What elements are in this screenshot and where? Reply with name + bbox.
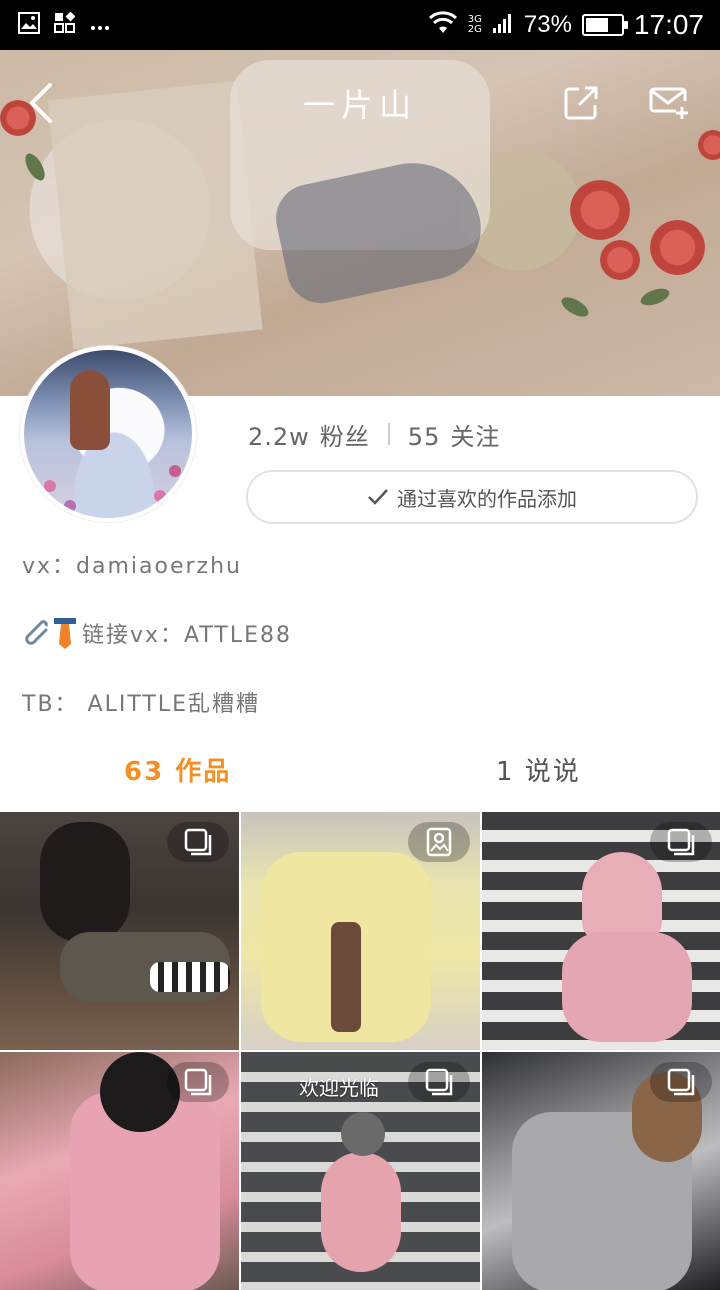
- welcome-overlay-text: 欢迎光临: [299, 1076, 379, 1100]
- wifi-icon: [428, 11, 458, 39]
- profile-stats: 2.2w 粉丝 55 关注: [248, 414, 500, 454]
- multi-image-icon: [184, 828, 212, 856]
- multi-image-icon: [667, 828, 695, 856]
- network-type-label: 3G 2G: [467, 14, 482, 35]
- fans-label: 粉丝: [319, 422, 370, 451]
- mail-plus-icon: [649, 87, 688, 119]
- multi-image-badge: [167, 1062, 229, 1102]
- multi-image-badge: [650, 822, 712, 862]
- gallery-icon: [18, 12, 40, 38]
- bio-line-2-text: 链接vx：ATTLE88: [82, 623, 293, 648]
- multi-image-icon: [184, 1068, 212, 1096]
- more-notifications-icon: [90, 16, 110, 35]
- fans-stat[interactable]: 2.2w 粉丝: [248, 417, 370, 452]
- bio-line-3: TB： ALITTLE乱糟糟: [22, 692, 260, 717]
- stats-divider: [387, 423, 390, 445]
- work-thumbnail[interactable]: [241, 812, 480, 1050]
- avatar[interactable]: [20, 346, 196, 522]
- profile-tabs: 63 作品 1 说说: [0, 744, 720, 794]
- work-thumbnail[interactable]: 欢迎光临: [241, 1052, 480, 1290]
- photo-icon: [426, 827, 452, 857]
- tab-works[interactable]: 63 作品: [124, 744, 231, 794]
- fans-count: 2.2w: [248, 422, 310, 451]
- add-via-liked-works-button[interactable]: 通过喜欢的作品添加: [246, 470, 698, 524]
- battery-icon: [581, 14, 628, 36]
- apps-icon: [54, 11, 76, 38]
- following-label: 关注: [450, 422, 501, 451]
- signal-icon: [492, 12, 514, 38]
- message-button[interactable]: [644, 78, 694, 128]
- page-title: 一片山: [302, 86, 417, 124]
- bio-line-2: 链接vx：ATTLE88: [22, 616, 292, 650]
- work-thumbnail[interactable]: [482, 1052, 720, 1290]
- bio-line-1: vx：damiaoerzhu: [22, 554, 242, 579]
- multi-image-icon: [425, 1068, 453, 1096]
- multi-image-badge: [167, 822, 229, 862]
- following-stat[interactable]: 55 关注: [408, 417, 501, 452]
- following-count: 55: [407, 422, 441, 451]
- battery-percent: 73%: [523, 11, 572, 38]
- clock: 17:07: [633, 9, 704, 40]
- add-button-label: 通过喜欢的作品添加: [397, 486, 577, 511]
- multi-image-badge: [650, 1062, 712, 1102]
- paperclip-icon: [25, 620, 48, 645]
- profile-banner: 一片山: [0, 50, 720, 396]
- work-thumbnail[interactable]: [482, 812, 720, 1050]
- work-thumbnail[interactable]: [0, 812, 239, 1050]
- photo-badge: [408, 822, 470, 862]
- work-thumbnail[interactable]: [0, 1052, 239, 1290]
- multi-image-badge: [408, 1062, 470, 1102]
- checkmark-icon: [368, 489, 388, 505]
- tab-posts[interactable]: 1 说说: [496, 744, 581, 794]
- multi-image-icon: [667, 1068, 695, 1096]
- status-bar: 3G 2G 73% 17:07: [0, 0, 720, 50]
- works-grid: 欢迎光临: [0, 812, 720, 1290]
- share-icon: [564, 86, 598, 120]
- share-button[interactable]: [556, 78, 606, 128]
- necktie-icon: [54, 618, 76, 649]
